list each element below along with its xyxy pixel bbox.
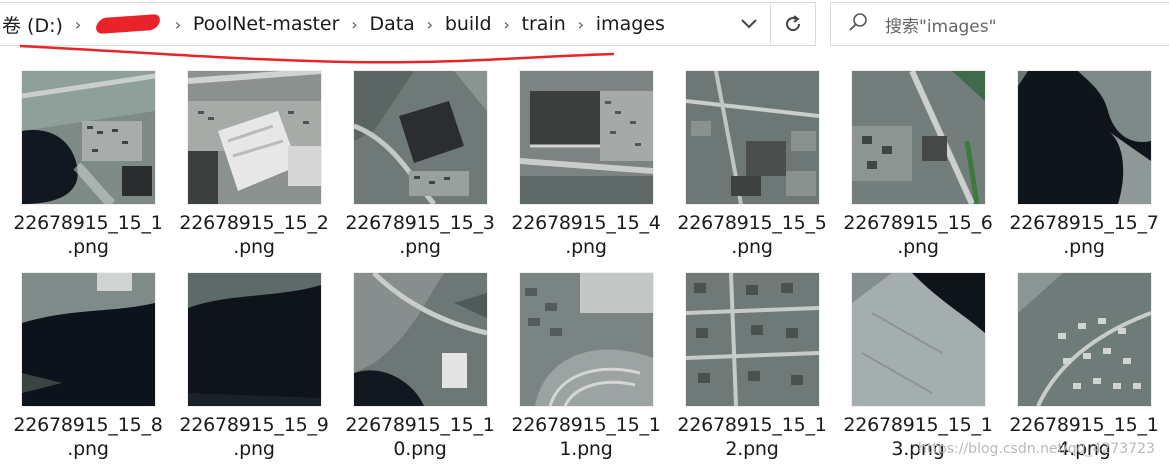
file-name-line2: 2.png bbox=[725, 438, 779, 460]
breadcrumb-data[interactable]: Data bbox=[367, 13, 416, 35]
file-item[interactable]: 22678915_15_1 2.png bbox=[669, 273, 835, 461]
file-item[interactable]: 22678915_15_1 4.png bbox=[1001, 273, 1167, 461]
refresh-button[interactable] bbox=[770, 3, 815, 45]
image-thumbnail bbox=[519, 71, 653, 204]
search-placeholder: 搜索"images" bbox=[885, 16, 997, 37]
file-name: 22678915_15_1 0.png bbox=[337, 413, 503, 461]
file-item[interactable]: 22678915_15_4 .png bbox=[503, 71, 669, 259]
file-name-line2: .png bbox=[1063, 236, 1105, 258]
file-name-line2: .png bbox=[67, 236, 109, 258]
breadcrumb-drive[interactable]: 卷 (D:) bbox=[0, 11, 65, 38]
file-name-line1: 22678915_15_1 bbox=[677, 414, 827, 436]
file-name: 22678915_15_9 .png bbox=[171, 413, 337, 461]
file-name-line1: 22678915_15_7 bbox=[1009, 212, 1159, 234]
chevron-right-icon[interactable]: › bbox=[568, 15, 594, 34]
search-icon bbox=[831, 12, 885, 37]
file-name: 22678915_15_6 .png bbox=[835, 211, 1001, 259]
breadcrumb-build[interactable]: build bbox=[443, 13, 494, 35]
file-name-line1: 22678915_15_1 bbox=[843, 414, 993, 436]
file-name-line1: 22678915_15_1 bbox=[511, 414, 661, 436]
image-thumbnail bbox=[353, 273, 487, 406]
image-thumbnail bbox=[21, 71, 155, 204]
file-name-line1: 22678915_15_9 bbox=[179, 414, 329, 436]
redaction-scribble bbox=[94, 13, 162, 35]
image-thumbnail bbox=[685, 71, 819, 204]
file-name-line1: 22678915_15_1 bbox=[13, 212, 163, 234]
image-thumbnail bbox=[1017, 71, 1151, 204]
refresh-icon bbox=[786, 15, 801, 32]
file-name-line2: 0.png bbox=[393, 438, 447, 460]
file-name: 22678915_15_5 .png bbox=[669, 211, 835, 259]
file-name-line1: 22678915_15_8 bbox=[13, 414, 163, 436]
image-thumbnail bbox=[1017, 273, 1151, 406]
file-item[interactable]: 22678915_15_1 1.png bbox=[503, 273, 669, 461]
image-thumbnail bbox=[685, 273, 819, 406]
image-thumbnail bbox=[851, 71, 985, 204]
breadcrumb-train[interactable]: train bbox=[520, 13, 568, 35]
file-name: 22678915_15_1 2.png bbox=[669, 413, 835, 461]
file-item[interactable]: 22678915_15_9 .png bbox=[171, 273, 337, 461]
chevron-right-icon[interactable]: › bbox=[165, 15, 191, 34]
file-name-line1: 22678915_15_2 bbox=[179, 212, 329, 234]
file-name: 22678915_15_4 .png bbox=[503, 211, 669, 259]
file-name-line2: .png bbox=[233, 236, 275, 258]
chevron-right-icon[interactable]: › bbox=[494, 15, 520, 34]
file-explorer-window: 卷 (D:) › › PoolNet-master › Data › build… bbox=[0, 0, 1169, 470]
file-name-line2: .png bbox=[731, 236, 773, 258]
address-history-button[interactable] bbox=[728, 3, 770, 45]
file-name: 22678915_15_2 .png bbox=[171, 211, 337, 259]
file-name-line1: 22678915_15_4 bbox=[511, 212, 661, 234]
file-name-line1: 22678915_15_5 bbox=[677, 212, 827, 234]
file-item[interactable]: 22678915_15_1 .png bbox=[5, 71, 171, 259]
chevron-right-icon[interactable]: › bbox=[341, 15, 367, 34]
image-thumbnail bbox=[187, 71, 321, 204]
file-name-line2: .png bbox=[67, 438, 109, 460]
search-input[interactable]: 搜索"images" bbox=[830, 2, 1169, 46]
file-name-line2: .png bbox=[399, 236, 441, 258]
breadcrumb-images[interactable]: images bbox=[594, 13, 667, 35]
file-name-line1: 22678915_15_1 bbox=[345, 414, 495, 436]
image-thumbnail bbox=[519, 273, 653, 406]
file-name-line1: 22678915_15_1 bbox=[1009, 414, 1159, 436]
file-item[interactable]: 22678915_15_6 .png bbox=[835, 71, 1001, 259]
image-thumbnail bbox=[353, 71, 487, 204]
file-item[interactable]: 22678915_15_5 .png bbox=[669, 71, 835, 259]
breadcrumb-poolnet-master[interactable]: PoolNet-master bbox=[191, 13, 342, 35]
file-name-line2: .png bbox=[233, 438, 275, 460]
file-name-line2: 1.png bbox=[559, 438, 613, 460]
chevron-down-icon bbox=[741, 19, 757, 29]
image-thumbnail bbox=[187, 273, 321, 406]
file-item[interactable]: 22678915_15_3 .png bbox=[337, 71, 503, 259]
file-name-line1: 22678915_15_6 bbox=[843, 212, 993, 234]
file-item[interactable]: 22678915_15_1 0.png bbox=[337, 273, 503, 461]
file-item[interactable]: 22678915_15_7 .png bbox=[1001, 71, 1167, 259]
file-name: 22678915_15_7 .png bbox=[1001, 211, 1167, 259]
chevron-right-icon[interactable]: › bbox=[417, 15, 443, 34]
file-name-line1: 22678915_15_3 bbox=[345, 212, 495, 234]
watermark: https://blog.csdn.net/qq_4273723 bbox=[918, 441, 1155, 457]
file-item[interactable]: 22678915_15_1 3.png bbox=[835, 273, 1001, 461]
file-name: 22678915_15_1 .png bbox=[5, 211, 171, 259]
file-name-line2: .png bbox=[897, 236, 939, 258]
file-item[interactable]: 22678915_15_2 .png bbox=[171, 71, 337, 259]
file-item[interactable]: 22678915_15_8 .png bbox=[5, 273, 171, 461]
address-bar[interactable]: 卷 (D:) › › PoolNet-master › Data › build… bbox=[0, 2, 816, 46]
breadcrumb: 卷 (D:) › › PoolNet-master › Data › build… bbox=[0, 3, 667, 45]
image-thumbnail bbox=[21, 273, 155, 406]
image-thumbnail bbox=[851, 273, 985, 406]
file-name: 22678915_15_3 .png bbox=[337, 211, 503, 259]
chevron-right-icon[interactable]: › bbox=[65, 15, 91, 34]
file-name: 22678915_15_8 .png bbox=[5, 413, 171, 461]
file-name: 22678915_15_1 1.png bbox=[503, 413, 669, 461]
file-name-line2: .png bbox=[565, 236, 607, 258]
